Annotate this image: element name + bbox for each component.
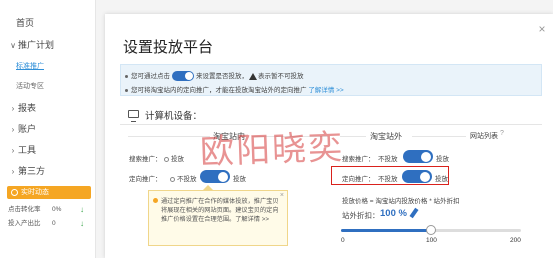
- realtime-row-value: 0%: [52, 206, 62, 213]
- bullet-icon: [125, 88, 128, 92]
- sidebar-item-activity-zone[interactable]: 活动专区: [16, 81, 44, 97]
- search-promo-status: 投放: [164, 153, 184, 163]
- realtime-row-label: 投入产出比: [8, 220, 41, 227]
- sidebar: 首页 ∨ 推广计划 标准推广 活动专区 › 报表 › 账户 › 工具 › 第三方 实时动态…: [0, 0, 96, 258]
- outside-targeting-toggle[interactable]: [402, 170, 432, 183]
- realtime-header: 实时动态: [7, 186, 91, 199]
- tooltip-close-icon[interactable]: ×: [280, 191, 284, 200]
- discount-slider-handle[interactable]: [426, 225, 436, 235]
- close-icon[interactable]: ×: [535, 22, 549, 36]
- notice-line-1: 您可通过点击 来设置是否投放， 表示暂不可投放: [125, 70, 304, 82]
- realtime-row-label: 点击转化率: [8, 206, 41, 213]
- sidebar-item-label: 账户: [18, 124, 37, 134]
- search-off-label: 不投放: [378, 156, 398, 163]
- notice-text: 来设置是否投放，: [196, 73, 248, 80]
- sidebar-item-tools[interactable]: › 工具: [8, 143, 36, 159]
- warning-icon: [249, 72, 257, 80]
- targeting-off-label: 不投放: [378, 176, 398, 183]
- sidebar-item-reports[interactable]: › 报表: [8, 101, 36, 117]
- targeting-on-label: 投放: [233, 176, 246, 183]
- section-heading: 计算机设备：: [145, 111, 203, 122]
- slider-tick-max: 200: [510, 237, 521, 244]
- help-icon[interactable]: ?: [500, 130, 504, 137]
- site-list-link[interactable]: 网站列表: [470, 131, 498, 141]
- outside-search-toggle[interactable]: [403, 150, 433, 163]
- divider: [412, 136, 466, 137]
- toggle-icon: [172, 71, 194, 82]
- status-text: 不投放: [177, 176, 197, 183]
- search-promo-label: 搜索推广：: [342, 156, 375, 163]
- notice-text: 您可通过点击: [131, 73, 170, 80]
- realtime-title: 实时动态: [21, 189, 49, 196]
- realtime-row: 点击转化率 0% ↓: [8, 204, 92, 215]
- slider-tick-min: 0: [341, 237, 345, 244]
- computer-icon: [128, 110, 139, 122]
- discount-slider-fill: [341, 229, 431, 232]
- targeting-label: 定向推广：: [342, 176, 375, 183]
- sidebar-item-home[interactable]: 首页: [16, 16, 34, 32]
- sidebar-item-label: 工具: [18, 145, 37, 155]
- radio-icon: [170, 176, 175, 182]
- clock-icon: [11, 189, 18, 196]
- sidebar-item-label: 推广计划: [18, 40, 55, 50]
- sidebar-item-label: 报表: [18, 103, 37, 113]
- sidebar-item-third-party[interactable]: › 第三方: [8, 164, 45, 180]
- targeting-off-label: 不投放: [170, 173, 197, 183]
- notice-text: 表示暂不可投放: [258, 73, 304, 80]
- bid-description: 投放价格 = 淘宝站内投放价格 * 站外折扣: [342, 198, 460, 205]
- realtime-row-value: 0: [52, 220, 56, 227]
- app-root: 首页 ∨ 推广计划 标准推广 活动专区 › 报表 › 账户 › 工具 › 第三方 实时动态…: [0, 0, 553, 258]
- watermark: 欧阳晓奕: [199, 127, 345, 173]
- modal-title: 设置投放平台: [123, 39, 214, 56]
- discount-label: 站外折扣：: [342, 211, 380, 220]
- chevron-right-icon: ›: [11, 167, 15, 176]
- sidebar-item-campaign[interactable]: ∨ 推广计划: [8, 38, 54, 54]
- divider: [128, 136, 210, 137]
- info-icon: [153, 198, 158, 203]
- tooltip: × 通过定向推广在合作的媒体投放，推广宝贝将展现在相关的网站页面。建议宝贝的定向…: [148, 190, 288, 246]
- realtime-row: 投入产出比 0 ↓: [8, 218, 92, 229]
- targeting-label: 定向推广：: [129, 176, 162, 183]
- slider-tick-mid: 100: [426, 237, 437, 244]
- divider: [340, 136, 366, 137]
- radio-icon: [164, 156, 169, 162]
- bullet-icon: [125, 74, 128, 78]
- arrow-down-icon: ↓: [80, 219, 84, 228]
- notice-line-2: 您可将淘宝站内的定向推广，才能在投放淘宝站外的定向推广 了解详情 >>: [125, 84, 344, 94]
- notice-box: 您可通过点击 来设置是否投放， 表示暂不可投放 您可将淘宝站内的定向推广，才能在投放…: [120, 64, 542, 96]
- chevron-right-icon: ›: [11, 146, 15, 155]
- search-promo-label: 搜索推广：: [129, 156, 162, 163]
- targeting-on-label: 投放: [435, 176, 448, 183]
- sidebar-item-label: 第三方: [18, 166, 46, 176]
- tooltip-text: 通过定向推广在合作的媒体投放，推广宝贝将展现在相关的网站页面。建议宝贝的定向推广…: [161, 198, 279, 223]
- column-title-outside: 淘宝站外: [370, 132, 402, 141]
- arrow-down-icon: ↓: [80, 205, 84, 214]
- learn-more-link[interactable]: 了解详情 >>: [308, 87, 343, 94]
- notice-text: 您可将淘宝站内的定向推广，才能在投放淘宝站外的定向推广: [131, 87, 309, 94]
- discount-value: 100 %: [380, 208, 407, 219]
- sidebar-item-standard[interactable]: 标准推广: [16, 61, 44, 77]
- status-text: 投放: [171, 156, 184, 163]
- search-on-label: 投放: [436, 156, 449, 163]
- chevron-right-icon: ›: [11, 125, 15, 134]
- chevron-down-icon: ∨: [10, 41, 16, 50]
- sidebar-item-account[interactable]: › 账户: [8, 122, 36, 138]
- chevron-right-icon: ›: [11, 104, 15, 113]
